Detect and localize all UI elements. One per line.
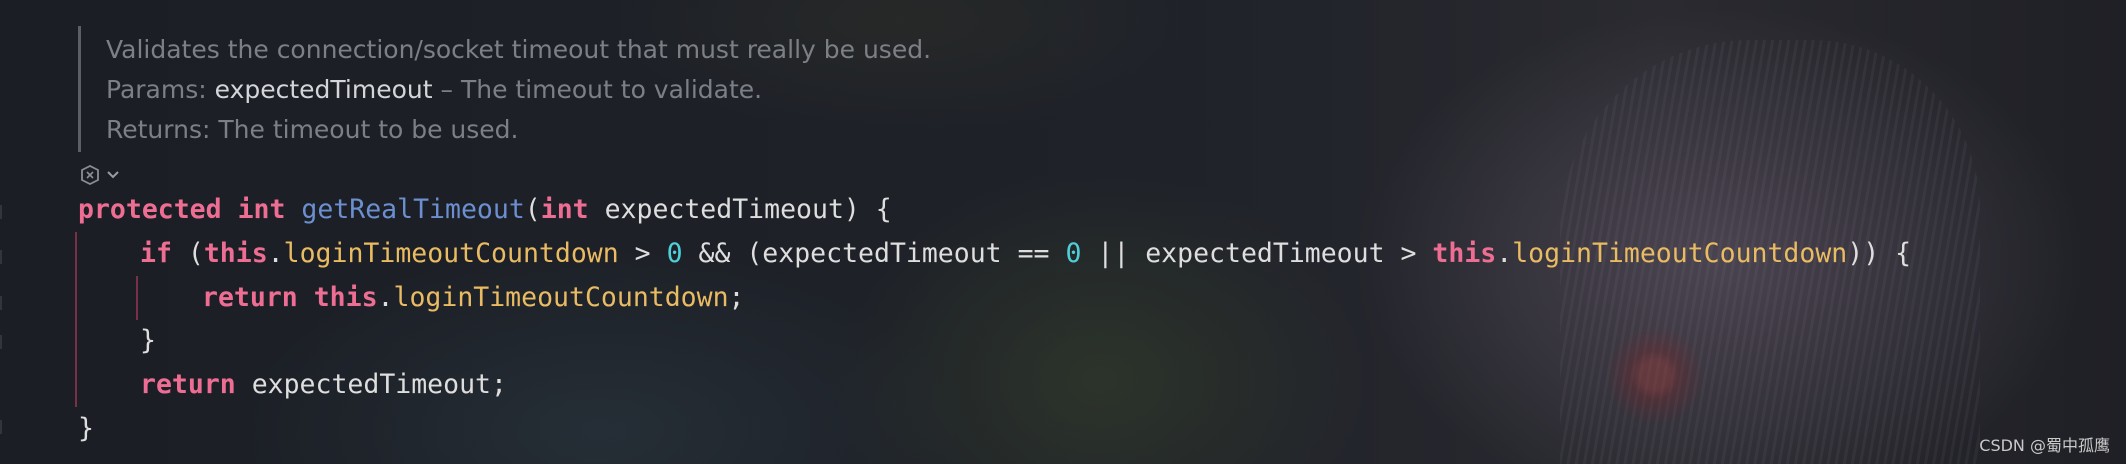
doc-returns: Returns: The timeout to be used. [106,110,519,150]
code-vision-inlay[interactable] [78,161,128,189]
paren-open: ( [524,194,541,225]
code-token: ( [171,238,204,269]
gutter-fold-marker[interactable] [0,205,12,219]
ai-assistant-icon[interactable] [78,164,102,186]
gutter-fold-marker[interactable] [0,335,12,349]
code-line-close-if[interactable]: } [140,319,156,363]
number-literal: 0 [666,238,683,269]
number-literal: 0 [1065,238,1082,269]
doc-returns-desc: The timeout to be used. [218,115,519,144]
code-token: || expectedTimeout > [1081,238,1433,269]
keyword-this: this [203,238,268,269]
code-token: )) { [1847,238,1912,269]
doc-params-label: Params: [106,75,207,104]
keyword-this: this [1432,238,1497,269]
code-token: ; [728,282,745,313]
param-type: int [540,194,589,225]
doc-comment-bar [78,26,81,152]
type-int: int [237,194,286,225]
keyword-return: return [140,369,236,400]
keyword-this: this [313,282,378,313]
keyword-protected: protected [78,194,222,225]
code-line-return[interactable]: return expectedTimeout; [140,363,507,407]
watermark: CSDN @蜀中孤鹰 [1979,436,2110,455]
code-token: . [267,238,284,269]
method-scope-indicator [75,232,77,407]
code-line-close-method[interactable]: } [78,407,94,451]
doc-returns-label: Returns: [106,115,211,144]
code-token: && (expectedTimeout == [682,238,1066,269]
code-token: . [377,282,394,313]
doc-params: Params: expectedTimeout – The timeout to… [106,70,762,110]
doc-param-name: expectedTimeout [214,75,433,104]
doc-param-desc: – The timeout to validate. [440,75,763,104]
keyword-if: if [140,238,172,269]
gutter-fold-marker[interactable] [0,250,12,264]
doc-summary: Validates the connection/socket timeout … [106,35,932,64]
chevron-down-icon[interactable] [106,170,120,180]
code-token: expectedTimeout; [235,369,507,400]
field-login-timeout-countdown: loginTimeoutCountdown [283,238,619,269]
brace-close: } [140,325,156,356]
code-line-method-signature[interactable]: protected int getRealTimeout(int expecte… [78,188,892,232]
code-line-return-field[interactable]: return this.loginTimeoutCountdown; [202,276,745,320]
method-name: getRealTimeout [301,194,525,225]
background-ornament [1605,325,1705,425]
field-login-timeout-countdown: loginTimeoutCountdown [1512,238,1848,269]
brace-close: } [78,413,94,444]
gutter-fold-marker[interactable] [0,296,12,310]
if-scope-indicator [136,276,138,320]
gutter-fold-marker[interactable] [0,420,12,434]
param-rest: expectedTimeout) { [588,194,892,225]
code-line-if[interactable]: if (this.loginTimeoutCountdown > 0 && (e… [140,232,1911,276]
code-token: > [618,238,667,269]
field-login-timeout-countdown: loginTimeoutCountdown [393,282,729,313]
code-token: . [1496,238,1513,269]
keyword-return: return [202,282,298,313]
